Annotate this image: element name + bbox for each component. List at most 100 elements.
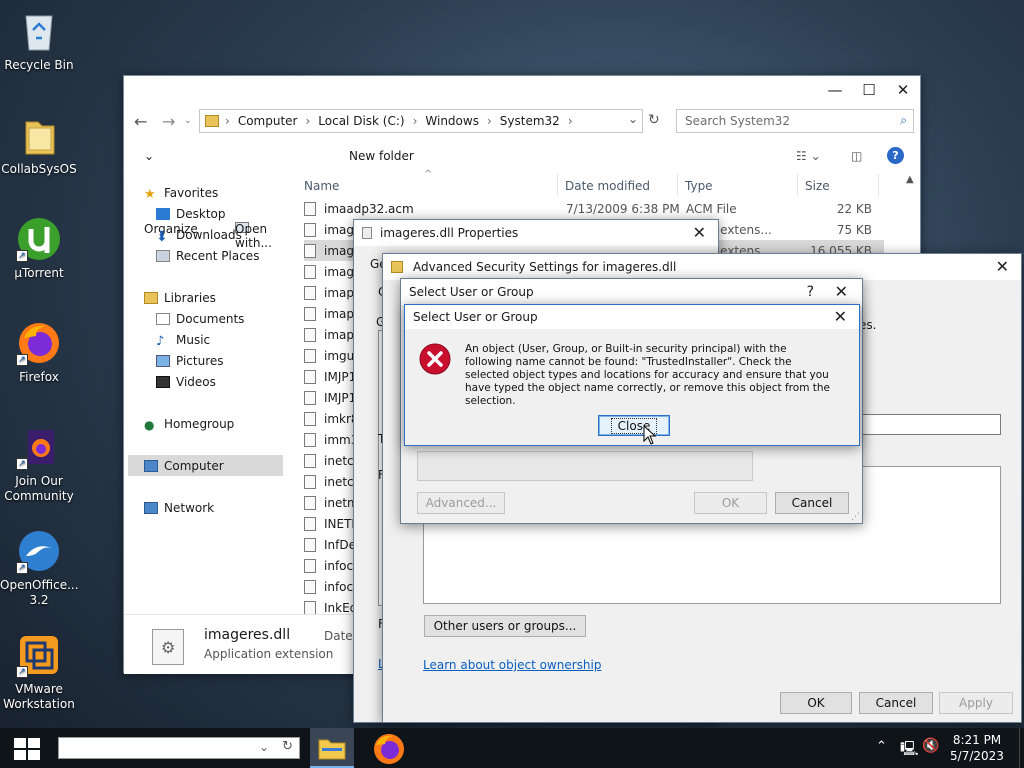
nav-favorites[interactable]: ★ Favorites — [144, 182, 304, 203]
owner-field[interactable] — [843, 414, 1001, 435]
ok-button[interactable]: OK — [694, 492, 767, 514]
breadcrumb-computer[interactable]: Computer — [238, 114, 298, 128]
new-folder-button[interactable]: New folder — [349, 149, 414, 163]
breadcrumb-local-disk[interactable]: Local Disk (C:) — [318, 114, 404, 128]
desktop-icon-firefox[interactable]: ↗ Firefox — [0, 320, 78, 385]
close-icon[interactable]: ✕ — [886, 76, 920, 104]
desktop-icon-label: CollabSysOS — [1, 162, 77, 176]
advanced-button[interactable]: Advanced... — [417, 492, 505, 514]
column-header-type[interactable]: Type — [685, 179, 713, 193]
desktop-icon-collabsysos[interactable]: CollabSysOS — [0, 112, 78, 177]
desktop-icon-label: VMware Workstation — [3, 682, 75, 711]
other-users-button[interactable]: Other users or groups... — [424, 615, 586, 637]
search-icon[interactable]: ⌕ — [900, 113, 907, 128]
forward-arrow-icon[interactable]: → — [162, 112, 175, 131]
close-icon[interactable]: ✕ — [834, 307, 847, 326]
desktop-icon-join-community[interactable]: ↗ Join Our Community — [0, 424, 78, 504]
nav-homegroup[interactable]: ● Homegroup — [144, 413, 304, 434]
refresh-icon[interactable]: ↻ — [648, 112, 660, 128]
close-icon[interactable]: ✕ — [996, 257, 1009, 276]
desktop-icon-label: Join Our Community — [4, 474, 74, 503]
desktop-icon-utorrent[interactable]: ↗ µTorrent — [0, 216, 78, 281]
taskbar-firefox-button[interactable] — [372, 732, 408, 766]
breadcrumb-system32[interactable]: System32 — [500, 114, 560, 128]
nav-music[interactable]: ♪ Music — [156, 329, 316, 350]
nav-pictures[interactable]: Pictures — [156, 350, 316, 371]
column-divider — [878, 174, 879, 196]
file-icon — [304, 495, 316, 510]
taskbar-clock[interactable]: 8:21 PM 5/7/2023 — [946, 732, 1008, 764]
minimize-icon[interactable]: — — [818, 76, 852, 104]
resize-grip-icon[interactable]: ⋰ — [851, 512, 860, 522]
music-note-icon: ♪ — [156, 333, 165, 349]
close-icon[interactable]: ✕ — [835, 282, 848, 301]
scroll-up-icon[interactable]: ▲ — [906, 174, 914, 185]
tray-overflow-chevron-icon[interactable]: ⌃ — [876, 739, 887, 754]
properties-title: imageres.dll Properties — [380, 226, 519, 240]
openoffice-icon: ↗ — [16, 528, 62, 574]
object-names-field[interactable] — [417, 451, 753, 481]
refresh-icon[interactable]: ↻ — [282, 739, 293, 754]
taskbar-explorer-button[interactable] — [310, 728, 354, 768]
computer-icon — [144, 459, 158, 472]
network-icon — [144, 501, 158, 514]
column-header-date[interactable]: Date modified — [565, 179, 650, 193]
apply-button[interactable]: Apply — [939, 692, 1013, 714]
chevron-down-icon[interactable]: ⌄ — [259, 740, 269, 754]
show-desktop-button[interactable] — [1019, 728, 1024, 768]
folder-icon — [16, 112, 62, 158]
taskbar-search-input[interactable]: ⌄ ↻ — [58, 737, 300, 759]
nav-computer[interactable]: Computer — [128, 455, 283, 476]
nav-libraries[interactable]: Libraries — [144, 287, 304, 308]
error-message: An object (User, Group, or Built-in secu… — [465, 343, 830, 407]
help-button[interactable]: ? — [807, 284, 814, 300]
search-placeholder: Search System32 — [685, 114, 791, 128]
nav-desktop[interactable]: Desktop — [156, 203, 316, 224]
close-button[interactable]: Close — [598, 415, 670, 436]
desktop-icon — [156, 207, 170, 220]
column-divider — [557, 174, 558, 196]
cancel-button[interactable]: Cancel — [775, 492, 849, 514]
file-icon — [304, 453, 316, 468]
libraries-icon — [144, 291, 158, 304]
organize-button[interactable]: Organize ⌄ — [144, 149, 198, 236]
nav-videos[interactable]: Videos — [156, 371, 316, 392]
column-divider — [677, 174, 678, 196]
close-icon[interactable]: ✕ — [693, 223, 706, 242]
recent-locations-chevron-icon[interactable]: ⌄ — [184, 116, 192, 126]
desktop-icon-label: Firefox — [19, 370, 59, 384]
search-input[interactable]: Search System32 ⌕ — [676, 109, 914, 133]
file-icon — [304, 537, 316, 552]
address-bar[interactable]: › Computer › Local Disk (C:) › Windows ›… — [199, 109, 643, 133]
file-icon — [304, 390, 316, 405]
clock-date: 5/7/2023 — [950, 749, 1004, 763]
nav-downloads[interactable]: ⬇ Downloads — [156, 224, 316, 245]
desktop-icon-vmware[interactable]: ↗ VMware Workstation — [0, 632, 78, 712]
windows-logo-icon — [14, 738, 40, 760]
column-header-name[interactable]: Name — [304, 179, 339, 193]
maximize-icon[interactable]: ☐ — [852, 76, 886, 104]
nav-recent-places[interactable]: Recent Places — [156, 245, 316, 266]
desktop-icon-recycle-bin[interactable]: Recycle Bin — [0, 8, 78, 73]
file-size: 22 KB — [836, 201, 872, 216]
network-status-icon[interactable]: 🖳 — [900, 738, 919, 762]
column-header-size[interactable]: Size — [805, 179, 830, 193]
cancel-button[interactable]: Cancel — [859, 692, 933, 714]
preview-pane-icon[interactable]: ◫ — [851, 149, 862, 163]
file-name: IMJP1 — [324, 390, 357, 405]
back-arrow-icon[interactable]: ← — [134, 112, 147, 131]
address-dropdown-icon[interactable]: ⌄ — [628, 112, 638, 126]
view-options-icon[interactable]: ☷ ⌄ — [796, 149, 821, 163]
start-button[interactable] — [14, 738, 40, 760]
volume-muted-icon[interactable]: 🔇 — [922, 738, 939, 754]
mouse-cursor-icon — [643, 425, 657, 445]
help-icon[interactable]: ? — [887, 147, 904, 164]
desktop-icon-label: OpenOffice... 3.2 — [0, 578, 79, 607]
breadcrumb-windows[interactable]: Windows — [425, 114, 479, 128]
ok-button[interactable]: OK — [780, 692, 852, 714]
nav-network[interactable]: Network — [144, 497, 304, 518]
desktop-icon-openoffice[interactable]: ↗ OpenOffice... 3.2 — [0, 528, 79, 608]
learn-ownership-link[interactable]: Learn about object ownership — [423, 658, 601, 672]
file-row[interactable]: imaadp32.acm 7/13/2009 6:38 PM ACM File 22 … — [304, 198, 884, 219]
nav-documents[interactable]: Documents — [156, 308, 316, 329]
